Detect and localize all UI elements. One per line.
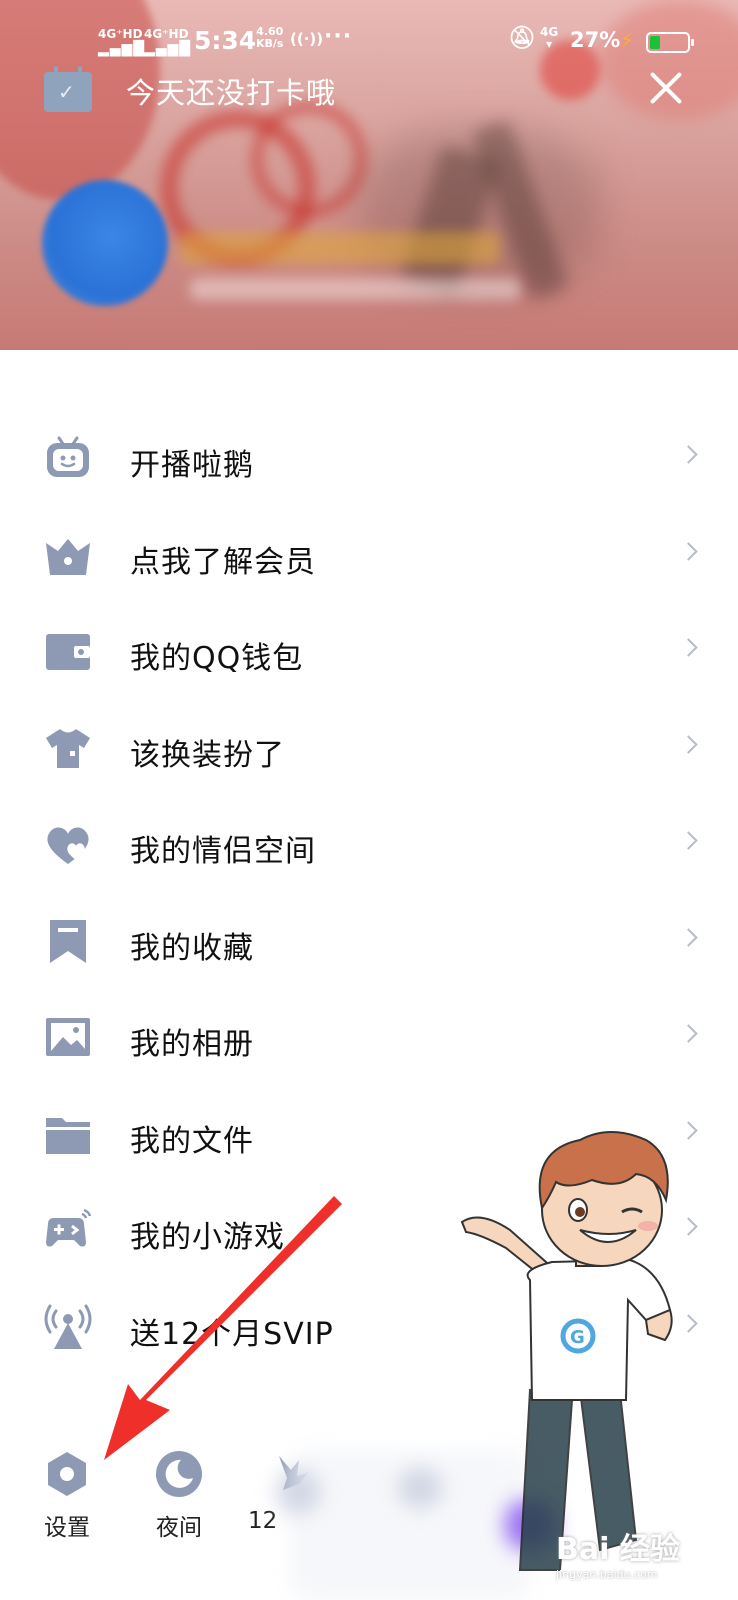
- status-bar: 4G⁺HD ▂▄▆█ 4G⁺HD ▂▄▆█ 5:34 4.60 KB/s ((·…: [0, 20, 738, 62]
- avatar[interactable]: [42, 180, 168, 306]
- tv-robot-icon: [47, 436, 89, 477]
- settings-icon: [48, 1452, 86, 1496]
- network-icon: 4G ▾: [540, 25, 559, 51]
- mute-bell-icon: 🔕︎: [508, 26, 536, 51]
- menu-item-label: 我的小游戏: [130, 1220, 285, 1255]
- blurred-nickname: [180, 232, 500, 264]
- night-label: 夜间: [156, 1515, 202, 1541]
- moon-icon: [156, 1451, 202, 1497]
- shirt-icon: [46, 728, 90, 768]
- checkin-text[interactable]: 今天还没打卡哦: [126, 70, 336, 112]
- night-mode-button[interactable]: 夜间: [134, 1450, 224, 1542]
- menu-item-label: 点我了解会员: [130, 544, 316, 580]
- menu-item-label: 我的文件: [130, 1123, 254, 1159]
- close-icon[interactable]: [642, 64, 690, 112]
- blurred-toolbar-icon: [276, 1470, 320, 1514]
- menu-item-album[interactable]: 我的相册: [0, 989, 738, 1086]
- menu-item-dressup[interactable]: 该换装扮了: [0, 700, 738, 797]
- wallet-icon: [46, 634, 90, 670]
- menu-item-label: 送12个月SVIP: [130, 1316, 334, 1352]
- hotspot-icon: ((·)): [290, 30, 324, 48]
- menu-item-wallet[interactable]: 我的QQ钱包: [0, 603, 738, 700]
- svg-text:G: G: [570, 1327, 585, 1348]
- menu-item-label: 我的QQ钱包: [130, 641, 304, 676]
- menu-item-label: 该换装扮了: [130, 737, 285, 773]
- signal-icon: 4G⁺HD ▂▄▆█: [98, 27, 146, 57]
- chevron-right-icon: [679, 445, 698, 464]
- hearts-icon: [47, 827, 89, 864]
- chevron-right-icon: [679, 541, 698, 561]
- photo-icon: [46, 1018, 90, 1056]
- settings-label: 设置: [44, 1515, 90, 1541]
- menu-item-label: 开播啦鹅: [130, 448, 254, 483]
- bookmark-icon: [50, 919, 86, 963]
- clock: 5:34: [194, 26, 257, 55]
- blurred-signature: [190, 278, 520, 300]
- header-decoration: [250, 100, 368, 218]
- menu-item-label: 我的情侣空间: [130, 834, 316, 869]
- menu-item-favorites[interactable]: 我的收藏: [0, 893, 738, 990]
- broadcast-icon: [44, 1304, 92, 1349]
- menu-item-membership[interactable]: 点我了解会员: [0, 507, 738, 604]
- watermark-text: Bai 经验: [556, 1532, 680, 1567]
- settings-button[interactable]: 设置: [22, 1450, 112, 1542]
- chevron-right-icon: [679, 831, 698, 850]
- chevron-right-icon: [679, 638, 698, 657]
- speed-unit: KB/s: [256, 37, 284, 50]
- signal-label: 4G⁺HD: [144, 27, 189, 41]
- folder-icon: [46, 1117, 90, 1154]
- gamepad-icon: [46, 1208, 92, 1247]
- signal-icon: 4G⁺HD ▂▄▆█: [144, 27, 192, 57]
- calendar-check-icon[interactable]: ✓: [44, 66, 92, 112]
- crown-icon: [46, 538, 90, 575]
- watermark-url: jingyan.baidu.com: [556, 1568, 658, 1581]
- chevron-right-icon: [679, 734, 698, 754]
- menu-item-live[interactable]: 开播啦鹅: [0, 410, 738, 507]
- network-speed: 4.60 KB/s: [256, 26, 283, 50]
- charging-icon: ⚡: [620, 28, 635, 52]
- menu-item-label: 我的相册: [130, 1027, 254, 1062]
- more-icon: ···: [324, 24, 353, 49]
- chevron-right-icon: [679, 1024, 698, 1043]
- blurred-toolbar-icon: [398, 1468, 442, 1508]
- battery-icon: [646, 32, 694, 53]
- menu-item-couple-space[interactable]: 我的情侣空间: [0, 796, 738, 893]
- signal-label: 4G⁺HD: [98, 27, 143, 41]
- chevron-right-icon: [679, 927, 698, 947]
- battery-percent: 27%: [570, 28, 621, 52]
- menu-item-label: 我的收藏: [130, 930, 254, 966]
